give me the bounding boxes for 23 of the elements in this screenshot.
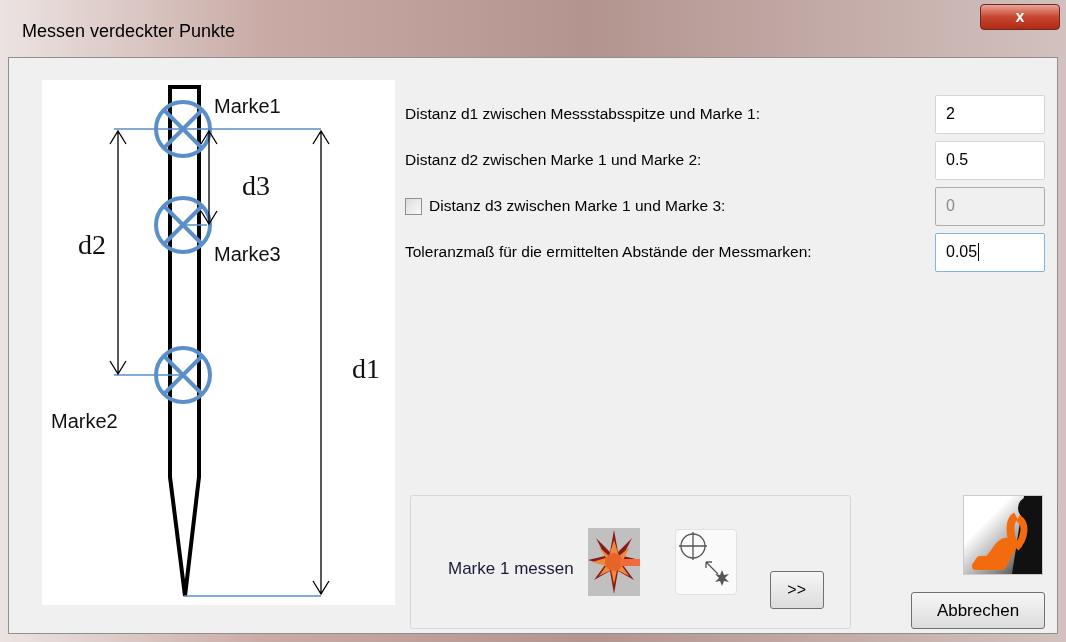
dimension-label: d1 xyxy=(352,353,380,384)
dimension-label: d2 xyxy=(78,229,106,260)
input-field[interactable]: 2 xyxy=(935,94,1045,134)
starburst-icon[interactable] xyxy=(587,528,640,596)
marker-symbol xyxy=(154,100,212,158)
measure-label: Marke 1 messen xyxy=(448,558,574,581)
field-label: Distanz d3 zwischen Marke 1 und Marke 3: xyxy=(429,196,726,217)
marker-label: Marke1 xyxy=(214,95,281,117)
cancel-button[interactable]: Abbrechen xyxy=(911,592,1045,629)
input-field[interactable]: 0.5 xyxy=(935,140,1045,180)
marker-label: Marke2 xyxy=(51,410,118,432)
dimension-label: d3 xyxy=(242,170,270,201)
marker-label: Marke3 xyxy=(214,243,281,265)
marker-symbol xyxy=(154,196,212,254)
window-title: Messen verdeckter Punkte xyxy=(22,20,236,43)
field-label: Distanz d2 zwischen Marke 1 und Marke 2: xyxy=(405,150,702,171)
close-button[interactable]: x xyxy=(980,4,1060,30)
input-field[interactable]: 0.05 xyxy=(935,232,1045,272)
field-label: Toleranzmaß für die ermittelten Abstände der Messmarken: xyxy=(405,242,812,263)
next-button[interactable]: >> xyxy=(769,571,824,609)
marker-symbol xyxy=(154,346,212,404)
field-label: Distanz d1 zwischen Messstabsspitze und Marke 1: xyxy=(405,104,760,125)
person-icon xyxy=(963,495,1043,575)
